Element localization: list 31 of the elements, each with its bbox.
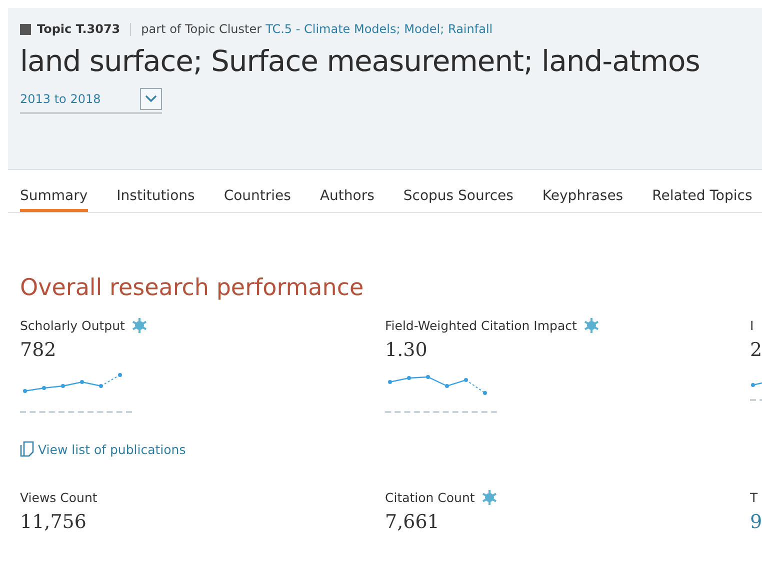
tab[interactable]: Scopus Sources [403,170,514,212]
tab[interactable]: Countries [224,170,291,212]
metric-value: 1.30 [385,339,428,361]
topic-id: Topic T.3073 [37,22,120,36]
metric-value: 7,661 [385,511,440,533]
metric-value: 782 [20,339,56,361]
metric-value: 11,756 [20,511,86,533]
document-icon [20,441,34,457]
sparkline-drawing [750,381,762,387]
metric-label: I [750,318,754,332]
metric-label: Views Count [20,490,98,504]
dropdown-button[interactable] [140,88,162,110]
cluster-link[interactable]: TC.5 - Climate Models; Model; Rainfall [266,22,493,36]
tab[interactable]: Keyphrases [542,170,624,212]
topic-icon [20,24,31,34]
cluster-prefix: part of Topic Cluster [141,22,262,36]
metric-label: T [750,490,758,504]
year-range[interactable]: 2013 to 2018 [20,92,101,106]
topic-title: land surface; Surface measurement; land-atmos [20,44,701,78]
section-heading: Overall research performance [20,275,365,301]
chevron-icon [145,95,157,103]
tab[interactable]: Summary [20,170,88,212]
publications-link[interactable]: View list of publications [20,441,762,457]
metric-value: 2 [750,339,762,361]
metric-label: Field-Weighted Citation Impact [385,318,577,332]
tab[interactable]: Related Topics [652,170,752,212]
tab[interactable]: Authors [320,170,374,212]
metric-label: Scholarly Output [20,318,125,332]
metric-label: Citation Count [385,490,475,504]
tab[interactable]: Institutions [116,170,195,212]
metric-value: 9 [750,511,762,533]
